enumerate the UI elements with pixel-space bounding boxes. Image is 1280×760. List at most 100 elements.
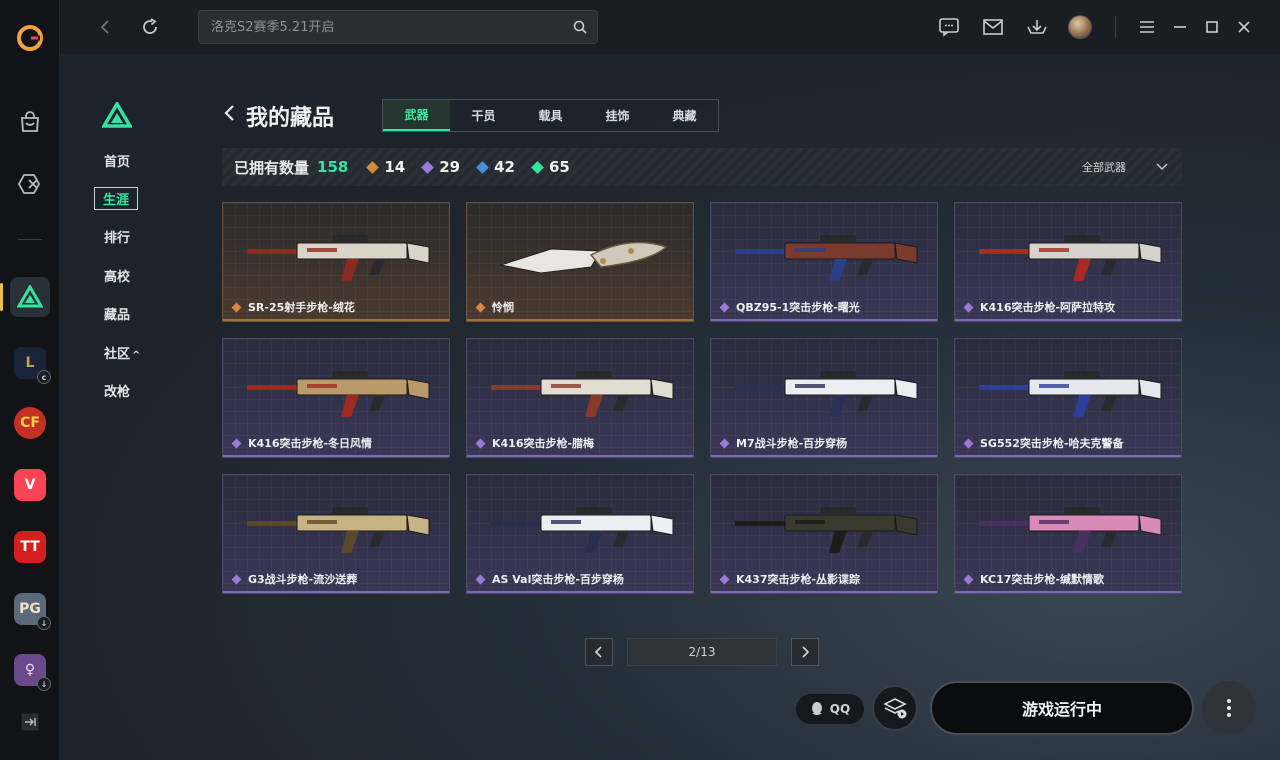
search-input[interactable] bbox=[211, 19, 563, 35]
rail-game-3[interactable]: V bbox=[10, 465, 50, 505]
store-button[interactable] bbox=[10, 102, 50, 142]
search-box[interactable] bbox=[198, 10, 598, 44]
rifle-icon bbox=[735, 371, 918, 417]
rarity-diamond-icon bbox=[963, 574, 974, 584]
search-icon[interactable] bbox=[563, 20, 597, 34]
orange-diamond-icon bbox=[366, 160, 380, 174]
weapon-name: K416突击步枪-腊梅 bbox=[475, 435, 595, 451]
blue-diamond-icon bbox=[476, 160, 489, 174]
weapon-name: K416突击步枪-冬日风情 bbox=[231, 435, 372, 451]
weapon-name-text: K416突击步枪-阿萨拉特攻 bbox=[980, 301, 1116, 314]
rarity-diamond-icon bbox=[963, 302, 974, 312]
mail-button[interactable] bbox=[981, 15, 1005, 39]
rarity-count-orange: 14 bbox=[366, 158, 405, 176]
weapon-filter-dropdown[interactable]: 全部武器 bbox=[1082, 159, 1168, 175]
weapon-name: 怜悯 bbox=[475, 299, 514, 315]
rail-game-5[interactable]: PG ↓ bbox=[10, 589, 51, 630]
app-logo-icon bbox=[17, 25, 43, 51]
rarity-count-value: 29 bbox=[439, 158, 461, 176]
rifle-icon bbox=[247, 507, 430, 553]
game-running-button[interactable]: 游戏运行中 bbox=[930, 681, 1194, 735]
weapon-card[interactable]: SG552突击步枪-哈夫克警备 bbox=[954, 338, 1182, 458]
minimize-icon bbox=[1174, 26, 1186, 28]
rail-divider bbox=[18, 239, 42, 240]
game-icon-letter: V bbox=[24, 477, 36, 493]
game-icon-letter: CF bbox=[20, 415, 40, 431]
rarity-diamond-icon bbox=[475, 438, 486, 448]
menu-button[interactable] bbox=[1135, 15, 1159, 39]
weapon-card[interactable]: AS Val突击步枪-百步穿杨 bbox=[466, 474, 694, 594]
subnav-community[interactable]: 社区 ^ bbox=[104, 343, 140, 362]
weapon-card[interactable]: K416突击步枪-腊梅 bbox=[466, 338, 694, 458]
weapon-name-text: 怜悯 bbox=[492, 301, 514, 314]
chevron-left-icon bbox=[100, 20, 109, 34]
game-icon: V bbox=[14, 469, 46, 501]
game-package-button[interactable] bbox=[872, 685, 918, 731]
chevron-down-icon bbox=[1156, 163, 1168, 170]
subnav-gunsmith[interactable]: 改枪 bbox=[104, 381, 130, 400]
chat-button[interactable] bbox=[937, 15, 961, 39]
subnav-collection[interactable]: 藏品 bbox=[104, 304, 130, 323]
rarity-bar bbox=[711, 319, 937, 321]
tab-charms[interactable]: 挂饰 bbox=[584, 100, 651, 131]
back-button[interactable] bbox=[92, 14, 118, 40]
subnav-colleges[interactable]: 高校 bbox=[104, 266, 130, 285]
user-avatar[interactable] bbox=[1068, 15, 1092, 39]
accelerator-button[interactable] bbox=[10, 164, 50, 204]
layers-play-icon bbox=[883, 698, 907, 719]
weapon-card[interactable]: M7战斗步枪-百步穿杨 bbox=[710, 338, 938, 458]
app-logo[interactable] bbox=[10, 18, 50, 58]
tab-vehicles[interactable]: 载具 bbox=[517, 100, 584, 131]
subnav-career[interactable]: 生涯 bbox=[94, 187, 139, 210]
subnav-ranking[interactable]: 排行 bbox=[104, 227, 130, 246]
next-page-button[interactable] bbox=[791, 638, 819, 666]
page-back-button[interactable] bbox=[222, 103, 242, 129]
rarity-diamond-icon bbox=[231, 302, 242, 312]
download-icon bbox=[1027, 20, 1047, 34]
weapon-name-text: K416突击步枪-腊梅 bbox=[492, 437, 595, 450]
download-manager-button[interactable] bbox=[1025, 15, 1049, 39]
top-bar bbox=[60, 0, 1280, 54]
weapon-card[interactable]: 怜悯 bbox=[466, 202, 694, 322]
rarity-bar bbox=[467, 319, 693, 321]
maximize-button[interactable] bbox=[1200, 15, 1224, 39]
weapon-card[interactable]: QBZ95-1突击步枪-曙光 bbox=[710, 202, 938, 322]
weapon-card[interactable]: KC17突击步枪-缄默情歌 bbox=[954, 474, 1182, 594]
rail-game-4[interactable]: TT bbox=[10, 527, 50, 567]
hexagon-x-icon bbox=[17, 174, 41, 194]
game-icon: CF bbox=[14, 407, 46, 439]
rail-game-delta[interactable] bbox=[10, 277, 50, 317]
category-tabs: 武器 干员 载具 挂饰 典藏 bbox=[382, 99, 719, 132]
rarity-bar bbox=[955, 591, 1181, 593]
running-badge-icon: c bbox=[37, 370, 51, 384]
tab-collectibles[interactable]: 典藏 bbox=[651, 100, 718, 131]
weapon-card[interactable]: K437突击步枪-丛影谍踪 bbox=[710, 474, 938, 594]
refresh-button[interactable] bbox=[137, 14, 163, 40]
collapse-rail-button[interactable] bbox=[10, 702, 50, 742]
prev-page-button[interactable] bbox=[585, 638, 613, 666]
weapon-card[interactable]: K416突击步枪-阿萨拉特攻 bbox=[954, 202, 1182, 322]
rail-game-1[interactable]: Lc bbox=[10, 343, 51, 384]
tab-weapons[interactable]: 武器 bbox=[383, 100, 450, 131]
topbar-divider bbox=[1115, 16, 1116, 38]
tab-operators[interactable]: 干员 bbox=[450, 100, 517, 131]
minimize-button[interactable] bbox=[1168, 15, 1192, 39]
rarity-diamond-icon bbox=[475, 574, 486, 584]
weapon-card[interactable]: SR-25射手步枪-绒花 bbox=[222, 202, 450, 322]
weapon-name-text: QBZ95-1突击步枪-曙光 bbox=[736, 301, 860, 314]
green-diamond-icon bbox=[531, 160, 544, 174]
weapon-card[interactable]: G3战斗步枪-流沙送葬 bbox=[222, 474, 450, 594]
maximize-icon bbox=[1206, 21, 1218, 33]
rail-game-2[interactable]: CF bbox=[10, 403, 50, 443]
close-button[interactable] bbox=[1232, 15, 1256, 39]
more-options-button[interactable] bbox=[1202, 681, 1256, 735]
rarity-count-value: 65 bbox=[548, 158, 570, 176]
subnav-home[interactable]: 首页 bbox=[104, 151, 130, 170]
pagination: 2/13 bbox=[585, 638, 819, 666]
rarity-count-blue: 42 bbox=[476, 158, 515, 176]
weapon-name: KC17突击步枪-缄默情歌 bbox=[963, 571, 1104, 587]
weapon-name: K416突击步枪-阿萨拉特攻 bbox=[963, 299, 1116, 315]
rail-game-6[interactable]: ♀ ↓ bbox=[10, 650, 51, 691]
weapon-card[interactable]: K416突击步枪-冬日风情 bbox=[222, 338, 450, 458]
qq-status-button[interactable]: QQ bbox=[796, 694, 864, 724]
